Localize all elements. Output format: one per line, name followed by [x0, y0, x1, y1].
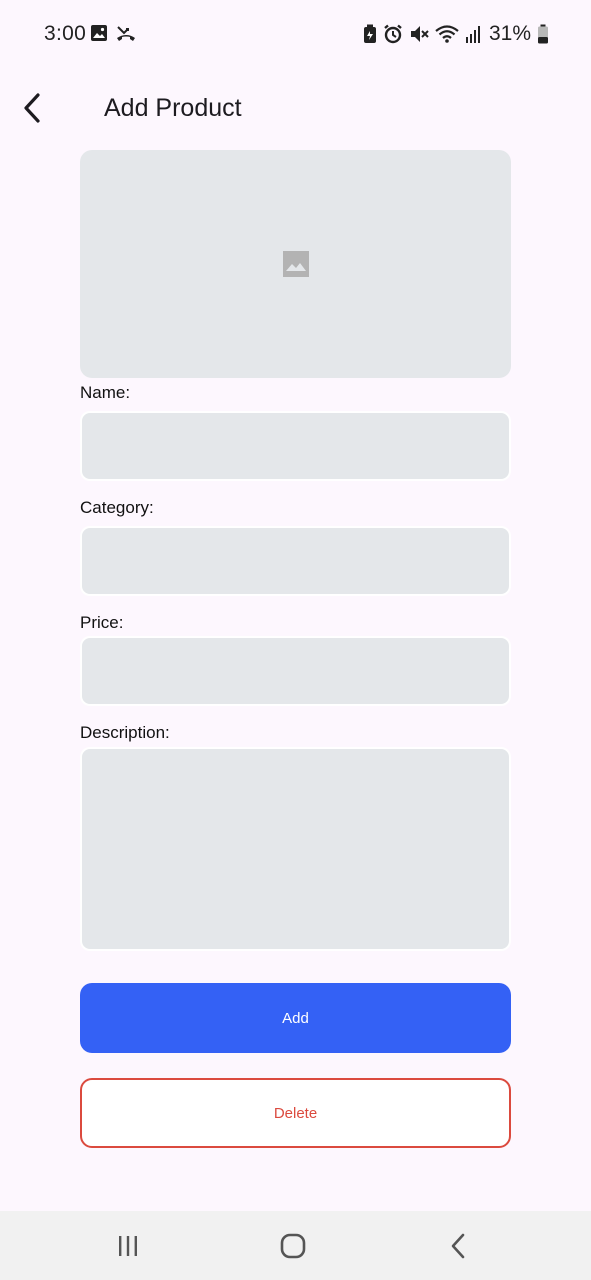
description-input[interactable]	[80, 747, 511, 951]
image-icon	[90, 24, 108, 42]
status-system-icons: 31%	[363, 22, 549, 46]
description-label: Description:	[80, 723, 170, 742]
signal-icon	[465, 24, 481, 44]
alarm-icon	[383, 24, 403, 44]
battery-percent: 31%	[488, 22, 531, 45]
recent-apps-button[interactable]	[110, 1229, 146, 1263]
delete-button[interactable]: Delete	[80, 1078, 511, 1148]
back-button[interactable]	[12, 86, 52, 130]
status-time: 3:00	[44, 22, 87, 45]
name-label: Name:	[80, 383, 131, 402]
delete-button-label: Delete	[273, 1104, 318, 1122]
price-input[interactable]	[80, 636, 511, 706]
missed-call-icon	[116, 24, 136, 42]
product-image-picker[interactable]	[80, 150, 511, 378]
battery-icon	[537, 24, 549, 44]
name-input[interactable]	[80, 411, 511, 481]
status-bar: 3:00 31%	[0, 0, 591, 72]
category-input[interactable]	[80, 526, 511, 596]
status-notification-icons	[90, 24, 136, 42]
home-icon	[280, 1233, 306, 1259]
nav-back-button[interactable]	[441, 1229, 477, 1263]
chevron-left-icon	[21, 93, 43, 123]
system-nav-bar	[0, 1211, 591, 1280]
add-button[interactable]: Add	[80, 983, 511, 1053]
mute-icon	[409, 24, 429, 44]
wifi-icon	[435, 24, 459, 44]
image-placeholder-icon	[282, 250, 310, 278]
add-button-label: Add	[282, 1009, 309, 1027]
app-bar: Add Product	[0, 72, 591, 144]
page-title: Add Product	[104, 94, 242, 122]
home-button[interactable]	[275, 1229, 311, 1263]
recent-apps-icon	[116, 1234, 140, 1258]
back-icon	[449, 1233, 469, 1259]
price-label: Price:	[80, 613, 124, 632]
battery-saver-icon	[363, 24, 377, 44]
category-label: Category:	[80, 498, 154, 517]
